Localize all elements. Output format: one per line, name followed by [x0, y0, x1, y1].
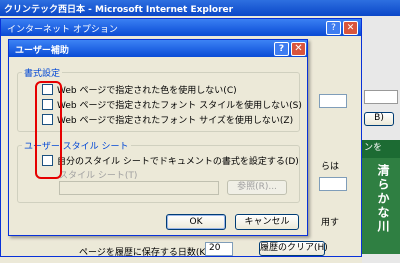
browser-partial-button-label: B)	[374, 113, 384, 123]
user-style-sheet-group-title: ユーザー スタイル シート	[22, 139, 131, 152]
close-icon: ✕	[294, 43, 303, 54]
ignore-font-styles-label: Web ページで指定されたフォント スタイルを使用しない(S)	[57, 100, 302, 111]
help-button[interactable]: ?	[274, 42, 289, 56]
option-ignore-font-sizes[interactable]: Web ページで指定されたフォント サイズを使用しない(Z)	[42, 113, 294, 126]
banner-text: 清らかな川	[376, 164, 390, 234]
option-ignore-colors[interactable]: Web ページで指定された色を使用しない(C)	[42, 83, 237, 96]
green-band: ンを	[362, 140, 400, 158]
ignore-font-sizes-label: Web ページで指定されたフォント サイズを使用しない(Z)	[57, 115, 294, 126]
io-partial-text-b: 用す	[321, 218, 340, 228]
history-days-input[interactable]: 20	[205, 242, 233, 256]
close-button[interactable]: ✕	[291, 42, 306, 56]
help-icon: ?	[278, 44, 285, 54]
user-assistance-title: ユーザー補助	[15, 46, 69, 56]
ok-button[interactable]: OK	[166, 214, 226, 230]
browse-button-label: 参照(R)...	[237, 182, 277, 192]
style-sheet-label: スタイル シート(T)	[59, 171, 138, 181]
style-sheet-input[interactable]	[59, 181, 219, 195]
ok-button-label: OK	[189, 217, 203, 227]
history-days-value: 20	[209, 243, 221, 253]
ignore-font-styles-checkbox[interactable]	[42, 98, 53, 110]
io-partial-text-a: らは	[321, 162, 340, 172]
option-use-my-style-sheet[interactable]: 自分のスタイル シートでドキュメントの書式を設定する(D)	[42, 154, 299, 167]
ie-window-title: クリンテック西日本 - Microsoft Internet Explorer	[4, 5, 234, 15]
cancel-button-label: キャンセル	[244, 217, 290, 227]
use-my-style-sheet-label: 自分のスタイル シートでドキュメントの書式を設定する(D)	[57, 156, 299, 167]
internet-options-title: インターネット オプション	[7, 25, 118, 35]
formatting-group-title: 書式設定	[22, 66, 63, 79]
use-my-style-sheet-checkbox[interactable]	[42, 154, 53, 166]
user-assistance-dialog: ユーザー補助 ? ✕ 書式設定 Web ページで指定された色を使用しない(C) …	[8, 39, 308, 236]
internet-options-title-bar: インターネット オプション	[1, 19, 361, 36]
internet-options-close-button[interactable]: ✕	[343, 21, 358, 35]
browse-button[interactable]: 参照(R)...	[227, 180, 287, 195]
ignore-colors-checkbox[interactable]	[42, 83, 53, 95]
ie-title-bar: クリンテック西日本 - Microsoft Internet Explorer	[0, 0, 400, 16]
browser-partial-field	[364, 90, 398, 104]
clear-history-label: 履歴のクリア(H)	[260, 243, 328, 253]
browser-partial-button[interactable]: B)	[364, 112, 394, 126]
banner-panel: 清らかな川	[362, 158, 400, 254]
user-assistance-title-bar: ユーザー補助	[9, 40, 307, 57]
ignore-font-sizes-checkbox[interactable]	[42, 113, 53, 125]
clear-history-button[interactable]: 履歴のクリア(H)	[259, 241, 328, 256]
internet-options-help-button[interactable]: ?	[326, 21, 341, 35]
io-partial-field-1	[319, 94, 347, 108]
ignore-colors-label: Web ページで指定された色を使用しない(C)	[57, 85, 237, 96]
green-band-text: ンを	[364, 143, 383, 153]
cancel-button[interactable]: キャンセル	[235, 214, 299, 230]
history-days-label: ページを履歴に保存する日数(K):	[79, 248, 212, 258]
io-partial-field-2	[319, 177, 347, 191]
option-ignore-font-styles[interactable]: Web ページで指定されたフォント スタイルを使用しない(S)	[42, 98, 302, 111]
